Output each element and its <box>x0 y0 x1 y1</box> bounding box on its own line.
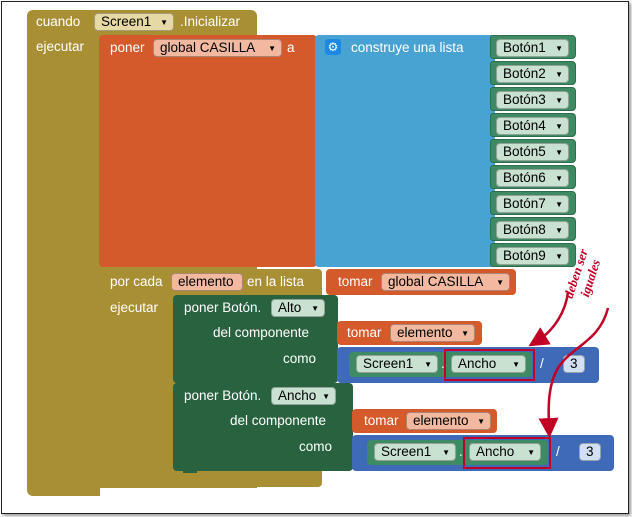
number-field-2[interactable]: 3 <box>579 443 601 461</box>
divide-operator-1: / <box>540 356 544 371</box>
dropdown-arrow-icon: ▼ <box>555 70 563 79</box>
set-alto-label: poner Botón. <box>184 300 262 315</box>
get-global-label: tomar <box>338 274 373 289</box>
highlight-box-1 <box>444 349 535 381</box>
event-component-label: Screen1 <box>101 14 152 29</box>
dropdown-arrow-icon: ▼ <box>442 448 450 457</box>
highlight-box-2 <box>463 437 551 469</box>
ancho-prop-label: Ancho <box>278 388 317 403</box>
alto-prop-label: Alto <box>278 300 302 315</box>
list-item-label: Botón6 <box>503 170 546 185</box>
make-list-block[interactable] <box>315 35 495 267</box>
getter-component-label-2: Screen1 <box>381 444 432 459</box>
event-body-notch <box>100 488 257 496</box>
global-var-dropdown[interactable]: global CASILLA ▼ <box>153 39 282 57</box>
get-elemento-label-1: tomar <box>347 325 382 340</box>
dropdown-arrow-icon: ▼ <box>268 44 276 53</box>
list-item-label: Botón1 <box>503 40 546 55</box>
number-field-1[interactable]: 3 <box>563 355 585 373</box>
dropdown-arrow-icon: ▼ <box>424 360 432 369</box>
dropdown-arrow-icon: ▼ <box>555 148 563 157</box>
list-item-label: Botón4 <box>503 118 546 133</box>
dropdown-arrow-icon: ▼ <box>555 174 563 183</box>
get-global-var-dropdown[interactable]: global CASILLA ▼ <box>381 273 510 291</box>
list-item-boton9[interactable]: Botón9 ▼ <box>490 243 576 267</box>
dropdown-arrow-icon: ▼ <box>477 417 485 426</box>
event-when-label: cuando <box>36 14 81 29</box>
list-item-boton2[interactable]: Botón2 ▼ <box>490 61 576 85</box>
make-list-label: construye una lista <box>351 40 464 55</box>
list-item-boton8[interactable]: Botón8 ▼ <box>490 217 576 241</box>
get-elemento-dropdown-1[interactable]: elemento ▼ <box>390 324 475 342</box>
set-ancho-bottom-tab <box>183 469 197 473</box>
set-alto-of-component-label: del componente <box>213 325 310 340</box>
getter-component-label-1: Screen1 <box>363 356 414 371</box>
event-do-label: ejecutar <box>36 39 85 54</box>
divide-operator-2: / <box>556 444 560 459</box>
foreach-in-list-label: en la lista <box>247 274 305 289</box>
dropdown-arrow-icon: ▼ <box>555 122 563 131</box>
dropdown-arrow-icon: ▼ <box>555 226 563 235</box>
get-global-var-label: global CASILLA <box>388 274 484 289</box>
foreach-item-label: elemento <box>178 274 234 289</box>
gear-icon[interactable]: ⚙ <box>325 39 341 55</box>
set-global-to-label: a <box>287 40 295 55</box>
event-component-dropdown[interactable]: Screen1 ▼ <box>94 13 174 31</box>
list-item-boton1[interactable]: Botón1 ▼ <box>490 35 576 59</box>
foreach-do-label: ejecutar <box>110 300 159 315</box>
get-elemento-dropdown-2[interactable]: elemento ▼ <box>406 412 491 430</box>
list-item-label: Botón2 <box>503 66 546 81</box>
dropdown-arrow-icon: ▼ <box>311 304 319 313</box>
get-elemento-var-2: elemento <box>413 413 469 428</box>
set-ancho-to-label: como <box>299 439 333 454</box>
set-ancho-label: poner Botón. <box>184 388 262 403</box>
dropdown-arrow-icon: ▼ <box>496 278 504 287</box>
get-elemento-label-2: tomar <box>364 413 399 428</box>
get-elemento-var-1: elemento <box>397 325 453 340</box>
foreach-label: por cada <box>110 274 163 289</box>
list-item-label: Botón5 <box>503 144 546 159</box>
dropdown-arrow-icon: ▼ <box>555 44 563 53</box>
number-value-1: 3 <box>570 356 578 371</box>
list-item-boton3[interactable]: Botón3 ▼ <box>490 87 576 111</box>
dropdown-arrow-icon: ▼ <box>322 392 330 401</box>
event-name-label: .Inicializar <box>180 14 241 29</box>
list-item-label: Botón9 <box>503 248 546 263</box>
list-item-label: Botón3 <box>503 92 546 107</box>
set-alto-to-label: como <box>283 351 317 366</box>
set-ancho-of-component-label: del componente <box>230 413 327 428</box>
alto-prop-dropdown[interactable]: Alto ▼ <box>271 299 325 317</box>
set-global-block[interactable] <box>99 35 317 267</box>
dropdown-arrow-icon: ▼ <box>555 252 563 261</box>
dropdown-arrow-icon: ▼ <box>160 18 168 27</box>
list-item-label: Botón8 <box>503 222 546 237</box>
list-item-boton5[interactable]: Botón5 ▼ <box>490 139 576 163</box>
dropdown-arrow-icon: ▼ <box>461 329 469 338</box>
foreach-item-var[interactable]: elemento <box>171 273 243 291</box>
dropdown-arrow-icon: ▼ <box>555 200 563 209</box>
getter-component-dropdown-1[interactable]: Screen1 ▼ <box>356 355 438 373</box>
global-var-label: global CASILLA <box>160 40 256 55</box>
ancho-prop-dropdown[interactable]: Ancho ▼ <box>271 387 336 405</box>
set-global-label: poner <box>110 40 145 55</box>
list-item-boton4[interactable]: Botón4 ▼ <box>490 113 576 137</box>
list-item-boton6[interactable]: Botón6 ▼ <box>490 165 576 189</box>
list-item-label: Botón7 <box>503 196 546 211</box>
list-item-boton7[interactable]: Botón7 ▼ <box>490 191 576 215</box>
dropdown-arrow-icon: ▼ <box>555 96 563 105</box>
getter-component-dropdown-2[interactable]: Screen1 ▼ <box>374 443 456 461</box>
number-value-2: 3 <box>586 444 594 459</box>
